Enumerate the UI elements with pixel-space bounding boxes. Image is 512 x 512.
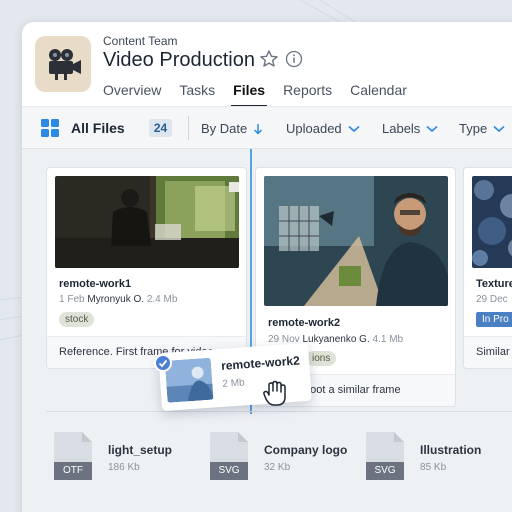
photo-thumbnail: [472, 176, 512, 268]
filter-label: By Date: [201, 121, 248, 136]
filter-label: Type: [459, 121, 488, 136]
filter-labels[interactable]: Labels: [382, 121, 438, 136]
tag-badge[interactable]: ions: [306, 351, 337, 366]
chevron-down-icon: [493, 125, 505, 132]
chevron-down-icon: [348, 125, 360, 132]
file-type-label: SVG: [218, 465, 240, 476]
card-note: Similar: [464, 336, 512, 368]
toolbar-divider: [188, 116, 189, 140]
file-name: Company logo: [264, 443, 348, 457]
filter-uploaded[interactable]: Uploaded: [286, 121, 360, 136]
team-name: Content Team: [103, 34, 178, 48]
filter-type[interactable]: Type: [459, 121, 505, 136]
star-icon[interactable]: [259, 49, 279, 69]
card-title: remote-work2: [268, 317, 341, 329]
drag-preview[interactable]: remote-work2 2 Mb: [158, 342, 312, 412]
files-content: remote-work1 1 Feb Myronyuk O. 2.4 Mb st…: [22, 149, 512, 512]
card-size: 2.4 Mb: [146, 294, 178, 305]
card-title: Texture: [476, 278, 512, 290]
sort-by-date[interactable]: By Date: [201, 121, 263, 136]
files-toolbar: All Files 24 By Date Uploaded Labels Typ…: [22, 107, 512, 149]
tag-badge[interactable]: stock: [59, 312, 95, 327]
selected-check: [154, 354, 172, 372]
tab-overview[interactable]: Overview: [103, 80, 161, 107]
file-count-badge: 24: [149, 119, 172, 137]
drag-file-name: remote-work2: [220, 353, 301, 373]
card-author: Myronyuk O.: [87, 294, 145, 305]
status-badge[interactable]: In Pro: [476, 312, 512, 327]
file-size: 85 Kb: [420, 462, 447, 473]
project-avatar: [35, 36, 91, 92]
card-meta: 29 Dec: [476, 294, 508, 305]
filter-label: Labels: [382, 121, 421, 136]
tab-reports[interactable]: Reports: [283, 80, 332, 107]
tab-tasks[interactable]: Tasks: [179, 80, 215, 107]
card-title: remote-work1: [59, 278, 132, 290]
tab-calendar[interactable]: Calendar: [350, 80, 407, 107]
card-meta: 1 Feb Myronyuk O. 2.4 Mb: [59, 294, 177, 305]
photo-thumbnail: [264, 176, 448, 306]
app-window: Content Team Video Production Overview T…: [22, 22, 512, 512]
page-title: Video Production: [103, 49, 255, 71]
camera-icon: [49, 49, 81, 80]
file-card[interactable]: remote-work1 1 Feb Myronyuk O. 2.4 Mb st…: [46, 167, 247, 369]
chevron-down-icon: [426, 125, 438, 132]
check-icon: [158, 359, 168, 368]
info-icon[interactable]: [285, 50, 303, 68]
card-size: 4.1 Mb: [372, 334, 404, 345]
grid-icon[interactable]: [41, 119, 59, 137]
file-type-label: OTF: [63, 465, 83, 476]
tab-files[interactable]: Files: [231, 80, 267, 107]
file-item[interactable]: SVG Company logo 32 Kb: [210, 432, 360, 484]
file-item[interactable]: SVG Illustration 85 Kb: [366, 432, 506, 484]
section-divider: [46, 411, 512, 412]
file-name: Illustration: [420, 443, 482, 457]
file-name: light_setup: [108, 443, 173, 457]
file-card[interactable]: Texture 29 Dec In Pro Similar: [463, 167, 512, 369]
filter-label: Uploaded: [286, 121, 342, 136]
card-date: 1 Feb: [59, 294, 85, 305]
photo-thumbnail: [164, 357, 214, 403]
all-files-label[interactable]: All Files: [71, 120, 125, 136]
card-author: Lukyanenko G.: [302, 334, 370, 345]
file-size: 186 Kb: [108, 462, 140, 473]
hand-cursor-icon: [263, 380, 286, 406]
card-date: 29 Dec: [476, 294, 508, 305]
photo-thumbnail: [55, 176, 239, 268]
drag-file-size: 2 Mb: [222, 377, 246, 390]
arrow-down-icon: [254, 123, 263, 135]
file-type-label: SVG: [374, 465, 396, 476]
file-size: 32 Kb: [264, 462, 291, 473]
tab-bar: Overview Tasks Files Reports Calendar: [103, 80, 425, 107]
file-item[interactable]: OTF light_setup 186 Kb: [54, 432, 194, 484]
